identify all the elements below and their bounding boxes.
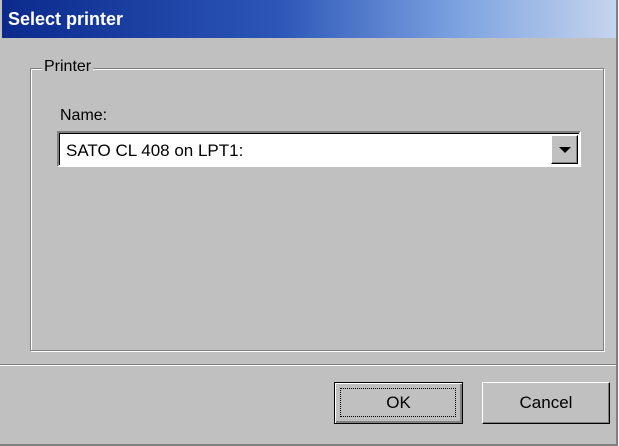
dropdown-button[interactable] xyxy=(551,135,578,164)
dropdown-inner-border: SATO CL 408 on LPT1: xyxy=(59,133,579,165)
select-printer-dialog: Select printer Printer Name: SATO CL 408… xyxy=(0,0,618,446)
focus-rectangle xyxy=(340,388,456,417)
printer-name-dropdown[interactable]: SATO CL 408 on LPT1: xyxy=(57,131,581,167)
ok-button[interactable]: OK xyxy=(334,382,463,424)
selected-printer-value: SATO CL 408 on LPT1: xyxy=(66,141,244,160)
printer-name-label: Name: xyxy=(60,107,108,124)
cancel-button-label: Cancel xyxy=(519,393,573,412)
printer-groupbox xyxy=(30,68,604,351)
dialog-title: Select printer xyxy=(8,9,124,29)
chevron-down-icon xyxy=(559,147,571,153)
button-separator xyxy=(0,364,616,366)
cancel-button[interactable]: Cancel xyxy=(482,382,610,424)
title-bar[interactable]: Select printer xyxy=(2,0,616,38)
printer-group-legend: Printer xyxy=(42,58,94,76)
